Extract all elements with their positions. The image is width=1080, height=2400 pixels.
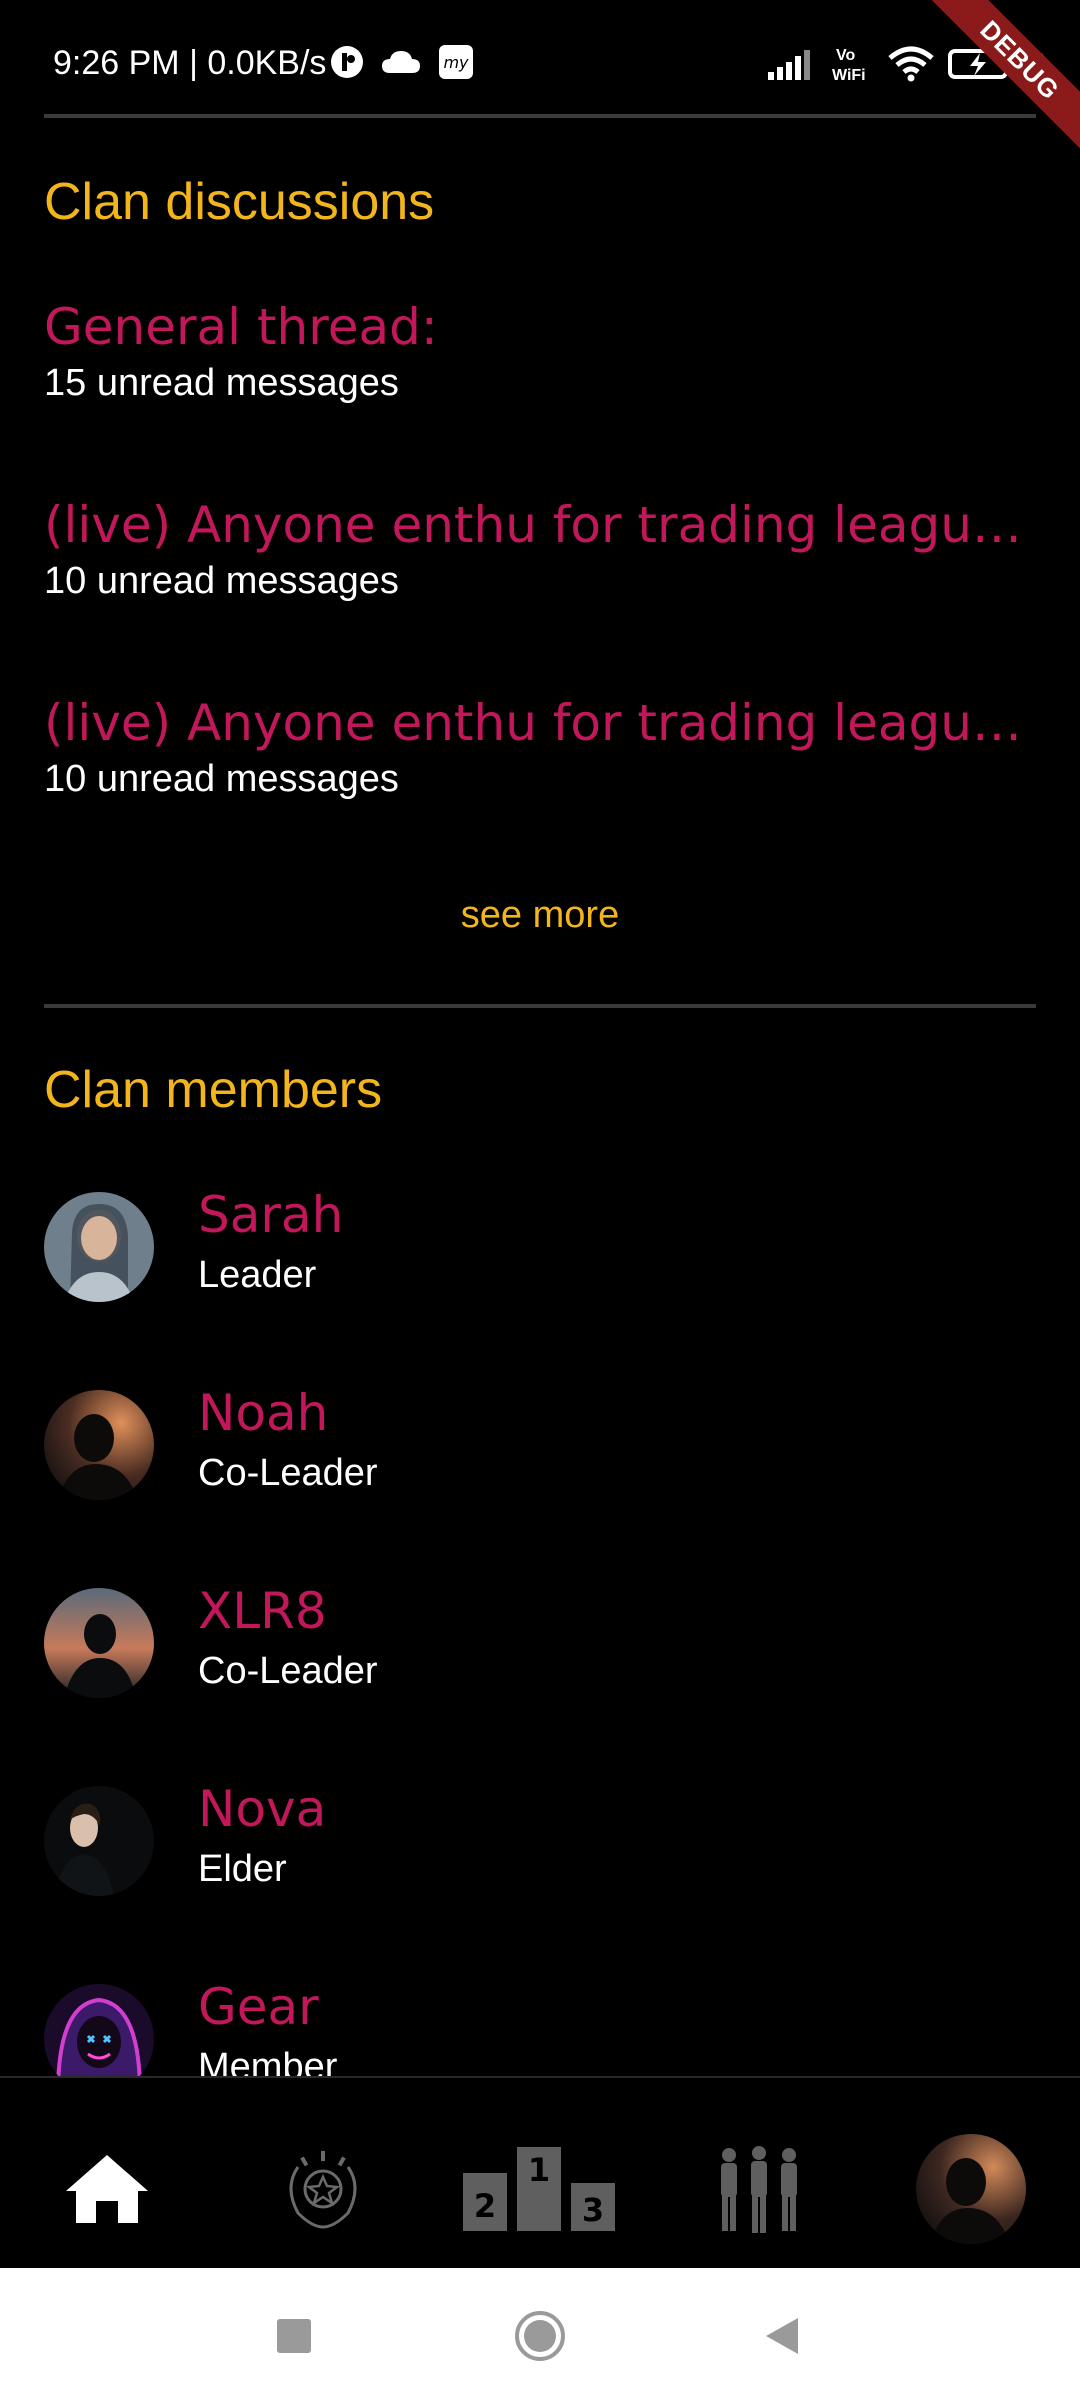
members-title: Clan members (44, 1061, 383, 1119)
member-role: Leader (198, 1254, 317, 1296)
home-icon (66, 2155, 148, 2223)
member-role: Co-Leader (198, 1650, 378, 1692)
status-bar: 9:26 PM | 0.0KB/s my VoWiFi 2 (0, 0, 1080, 116)
member-item[interactable]: XLR8 Co-Leader (44, 1576, 1036, 1706)
nav-profile[interactable] (916, 2134, 1026, 2244)
clan-icon (721, 2146, 797, 2233)
svg-text:Vo: Vo (836, 47, 855, 64)
svg-text:1: 1 (528, 2151, 550, 2189)
member-role: Member (198, 2046, 338, 2076)
recents-button[interactable] (264, 2306, 324, 2366)
svg-text:3: 3 (582, 2191, 604, 2229)
square-icon (277, 2319, 311, 2353)
avatar (44, 1984, 154, 2076)
member-name: Noah (198, 1384, 329, 1442)
leaderboard-icon: 2 1 3 (463, 2147, 615, 2231)
member-name: Sarah (198, 1186, 344, 1244)
thread-title: (live) Anyone enthu for trading league… (44, 496, 1036, 554)
status-left-icons: my (330, 44, 474, 80)
svg-text:my: my (443, 53, 469, 72)
bottom-nav: 2 1 3 (0, 2076, 1080, 2270)
circle-icon (515, 2311, 565, 2361)
nav-achievements[interactable] (268, 2134, 378, 2244)
thread-item[interactable]: (live) Anyone enthu for trading league… … (44, 694, 1044, 801)
signal-icon (768, 50, 811, 80)
section-divider (44, 1004, 1036, 1008)
my-app-icon: my (439, 45, 473, 79)
see-more-link[interactable]: see more (0, 894, 1080, 937)
member-name: Nova (198, 1780, 327, 1838)
member-item[interactable]: Nova Elder (44, 1774, 1036, 1904)
achievements-icon (289, 2151, 357, 2229)
thread-item[interactable]: (live) Anyone enthu for trading league… … (44, 496, 1044, 603)
thread-unread: 15 unread messages (44, 362, 399, 404)
cloud-icon (382, 51, 420, 73)
nav-leaderboard[interactable]: 2 1 3 (462, 2134, 618, 2244)
thread-title: General thread: (44, 298, 438, 356)
member-item[interactable]: Sarah Leader (44, 1180, 1036, 1310)
avatar (44, 1588, 154, 1698)
wifi-icon (888, 46, 934, 82)
system-nav-bar (0, 2268, 1080, 2400)
back-button[interactable] (752, 2306, 812, 2366)
member-name: XLR8 (198, 1582, 327, 1640)
member-item[interactable]: Noah Co-Leader (44, 1378, 1036, 1508)
data-saver-icon (331, 46, 363, 78)
discussions-title: Clan discussions (44, 173, 435, 231)
nav-clan[interactable] (704, 2134, 814, 2244)
avatar (44, 1390, 154, 1500)
thread-item[interactable]: General thread: 15 unread messages (44, 298, 1044, 405)
status-time: 9:26 PM | 0.0KB/s (53, 44, 327, 82)
home-button[interactable] (510, 2306, 570, 2366)
svg-text:WiFi: WiFi (832, 67, 866, 84)
thread-unread: 10 unread messages (44, 758, 399, 800)
member-name: Gear (198, 1978, 319, 2036)
profile-avatar (916, 2134, 1026, 2244)
avatar (44, 1786, 154, 1896)
thread-unread: 10 unread messages (44, 560, 399, 602)
member-role: Elder (198, 1848, 287, 1890)
back-triangle-icon (766, 2318, 798, 2354)
avatar (44, 1192, 154, 1302)
member-list[interactable]: Sarah Leader Noah Co-Leader XLR8 Co-Lead… (0, 1180, 1080, 2076)
top-divider (44, 114, 1036, 118)
member-item[interactable]: Gear Member (44, 1972, 1036, 2076)
vowifi-icon: Vo WiFi (832, 47, 866, 84)
member-role: Co-Leader (198, 1452, 378, 1494)
thread-title: (live) Anyone enthu for trading league… (44, 694, 1036, 752)
nav-home[interactable] (52, 2134, 162, 2244)
svg-text:2: 2 (474, 2187, 496, 2225)
